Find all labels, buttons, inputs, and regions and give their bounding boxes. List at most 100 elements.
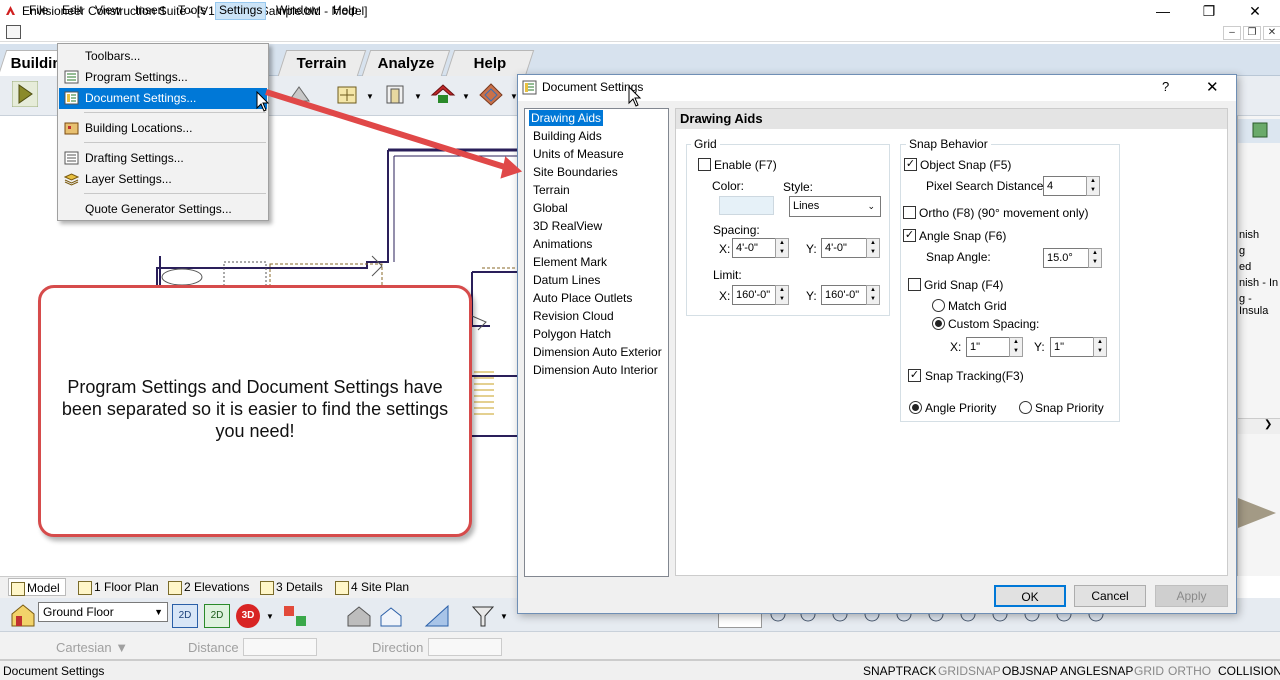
- menu-tools[interactable]: Tools: [175, 3, 209, 17]
- right-panel-scrollbar[interactable]: [1238, 418, 1280, 434]
- ok-button[interactable]: OK: [994, 585, 1066, 607]
- menu-settings[interactable]: Settings: [215, 2, 267, 20]
- door-tool-dropdown-icon[interactable]: ▼: [414, 92, 422, 101]
- nav-auto-place-outlets[interactable]: Auto Place Outlets: [531, 290, 634, 306]
- catalog-icon[interactable]: [1252, 122, 1268, 138]
- custom-x-input[interactable]: 1": [966, 337, 1010, 357]
- menu-insert[interactable]: Insert: [132, 3, 168, 17]
- nav-3d-realview[interactable]: 3D RealView: [531, 218, 604, 234]
- 3d-dropdown-icon[interactable]: ▼: [266, 612, 274, 621]
- ortho-checkbox[interactable]: [903, 206, 916, 219]
- nav-terrain[interactable]: Terrain: [531, 182, 572, 198]
- sheet-tab-model[interactable]: Model: [8, 578, 66, 596]
- nav-units-of-measure[interactable]: Units of Measure: [531, 146, 626, 162]
- nav-element-mark[interactable]: Element Mark: [531, 254, 609, 270]
- status-grid[interactable]: GRID: [1134, 664, 1164, 678]
- menu-item-toolbars[interactable]: Toolbars...: [59, 46, 267, 67]
- 2d-plan-button[interactable]: 2D: [204, 604, 230, 628]
- nav-global[interactable]: Global: [531, 200, 570, 216]
- dialog-close-button[interactable]: ✕: [1206, 78, 1219, 96]
- pixel-distance-spinner[interactable]: ▲ ▼: [1086, 176, 1100, 196]
- home-outline-icon[interactable]: [378, 604, 404, 628]
- status-collision[interactable]: COLLISION: [1218, 664, 1280, 678]
- sheet-tab-details[interactable]: 3 Details: [258, 578, 323, 596]
- filter-dropdown-icon[interactable]: ▼: [500, 612, 508, 621]
- nav-drawing-aids[interactable]: Drawing Aids: [529, 110, 604, 126]
- menu-item-quote-generator-settings[interactable]: Quote Generator Settings...: [59, 199, 267, 220]
- custom-x-spinner[interactable]: ▲ ▼: [1009, 337, 1023, 357]
- menu-item-document-settings[interactable]: Document Settings...: [59, 88, 267, 109]
- tab-terrain[interactable]: Terrain: [277, 50, 367, 76]
- object-snap-checkbox[interactable]: ✓: [904, 158, 917, 171]
- 2d-view-button[interactable]: 2D: [172, 604, 198, 628]
- document-icon[interactable]: [6, 25, 21, 39]
- status-snaptrack[interactable]: SNAPTRACK: [863, 664, 936, 678]
- door-tool-icon[interactable]: [382, 81, 408, 107]
- angle-priority-radio[interactable]: [909, 401, 922, 414]
- 3d-view-button[interactable]: 3D: [236, 604, 260, 628]
- menu-item-building-locations[interactable]: Building Locations...: [59, 118, 267, 139]
- close-button[interactable]: ✕: [1232, 0, 1278, 22]
- catalog-item-4[interactable]: nish - In: [1239, 277, 1278, 289]
- nav-datum-lines[interactable]: Datum Lines: [531, 272, 602, 288]
- snap-angle-spinner[interactable]: ▲ ▼: [1088, 248, 1102, 268]
- nav-polygon-hatch[interactable]: Polygon Hatch: [531, 326, 613, 342]
- floor-select[interactable]: Ground Floor ▼: [38, 602, 168, 622]
- status-gridsnap[interactable]: GRIDSNAP: [938, 664, 1001, 678]
- house-view-icon[interactable]: [346, 604, 372, 628]
- catalog-item-2[interactable]: g: [1239, 245, 1245, 257]
- spacing-y-spinner[interactable]: ▲ ▼: [866, 238, 880, 258]
- sheet-tab-site-plan[interactable]: 4 Site Plan: [333, 578, 409, 596]
- menu-help[interactable]: Help: [330, 3, 361, 17]
- building-floor-icon[interactable]: [10, 602, 36, 628]
- nav-site-boundaries[interactable]: Site Boundaries: [531, 164, 620, 180]
- custom-y-input[interactable]: 1": [1050, 337, 1094, 357]
- angle-snap-checkbox[interactable]: ✓: [903, 229, 916, 242]
- menu-item-program-settings[interactable]: Program Settings...: [59, 67, 267, 88]
- mdi-close-button[interactable]: ✕: [1263, 26, 1280, 40]
- floor-tool-icon[interactable]: [478, 81, 504, 107]
- menu-file[interactable]: File: [26, 3, 51, 17]
- snap-priority-radio[interactable]: [1019, 401, 1032, 414]
- sheet-tab-floor-plan[interactable]: 1 Floor Plan: [76, 578, 159, 596]
- nav-animations[interactable]: Animations: [531, 236, 594, 252]
- nav-dimension-auto-exterior[interactable]: Dimension Auto Exterior: [531, 344, 664, 360]
- nav-dimension-auto-interior[interactable]: Dimension Auto Interior: [531, 362, 660, 378]
- status-ortho[interactable]: ORTHO: [1168, 664, 1211, 678]
- limit-x-spinner[interactable]: ▲ ▼: [775, 285, 789, 305]
- house-roof-icon[interactable]: [430, 81, 456, 107]
- nav-revision-cloud[interactable]: Revision Cloud: [531, 308, 616, 324]
- custom-spacing-radio[interactable]: [932, 317, 945, 330]
- mdi-restore-button[interactable]: ❐: [1243, 26, 1261, 40]
- grid-color-swatch[interactable]: [719, 196, 774, 215]
- grid-snap-checkbox[interactable]: [908, 278, 921, 291]
- filter-funnel-icon[interactable]: [470, 604, 496, 628]
- grid-enable-checkbox[interactable]: [698, 158, 711, 171]
- hatch-tool-icon[interactable]: [424, 604, 450, 628]
- roof-tool-icon[interactable]: [286, 81, 312, 107]
- apply-button[interactable]: Apply: [1155, 585, 1228, 607]
- scroll-right-icon[interactable]: ❯: [1264, 419, 1272, 430]
- tab-help[interactable]: Help: [445, 50, 535, 76]
- limit-y-input[interactable]: 160'-0": [821, 285, 867, 305]
- sheet-tab-elevations[interactable]: 2 Elevations: [166, 578, 249, 596]
- limit-y-spinner[interactable]: ▲ ▼: [866, 285, 880, 305]
- tab-analyze[interactable]: Analyze: [361, 50, 451, 76]
- restore-button[interactable]: ❐: [1186, 0, 1232, 22]
- snap-tracking-checkbox[interactable]: ✓: [908, 369, 921, 382]
- pixel-distance-input[interactable]: 4: [1043, 176, 1087, 196]
- catalog-item-5[interactable]: g - Insula: [1239, 293, 1280, 317]
- snap-angle-input[interactable]: 15.0°: [1043, 248, 1089, 268]
- catalog-item-3[interactable]: ed: [1239, 261, 1251, 273]
- menu-item-drafting-settings[interactable]: Drafting Settings...: [59, 148, 267, 169]
- menu-item-layer-settings[interactable]: Layer Settings...: [59, 169, 267, 190]
- cancel-button[interactable]: Cancel: [1074, 585, 1146, 607]
- mdi-minimize-button[interactable]: –: [1223, 26, 1241, 40]
- nav-building-aids[interactable]: Building Aids: [531, 128, 604, 144]
- menu-window[interactable]: Window: [273, 3, 322, 17]
- window-tool-dropdown-icon[interactable]: ▼: [366, 92, 374, 101]
- direction-input[interactable]: [428, 638, 502, 656]
- grid-style-select[interactable]: Lines ⌄: [789, 196, 881, 217]
- catalog-item-1[interactable]: nish: [1239, 229, 1259, 241]
- status-objsnap[interactable]: OBJSNAP: [1002, 664, 1058, 678]
